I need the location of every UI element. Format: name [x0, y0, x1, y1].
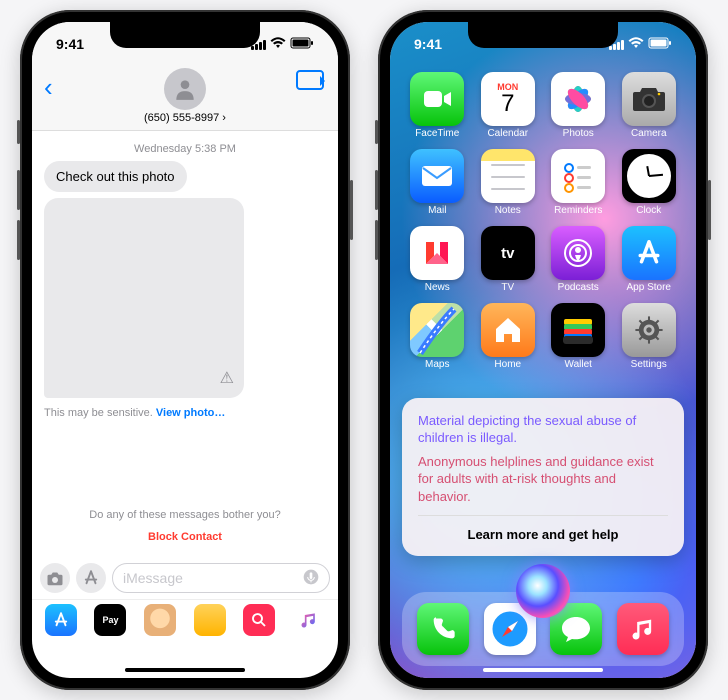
app-maps[interactable]: Maps — [408, 303, 467, 370]
app-facetime[interactable]: FaceTime — [408, 72, 467, 139]
siri-response-card: Material depicting the sexual abuse of c… — [402, 398, 684, 556]
message-compose-row: iMessage — [32, 557, 338, 599]
screen-home: 9:41 FaceTime MON7Calendar Photos Camera… — [390, 22, 696, 678]
siri-line-1: Material depicting the sexual abuse of c… — [418, 412, 668, 447]
incoming-message-photo-blurred[interactable]: ⚠︎ — [44, 192, 326, 401]
device-notch — [110, 22, 260, 48]
wifi-icon — [270, 36, 286, 52]
dock-phone[interactable] — [417, 603, 469, 655]
block-contact-button[interactable]: Block Contact — [44, 531, 326, 543]
app-store-icon — [622, 226, 676, 280]
settings-icon — [622, 303, 676, 357]
view-photo-link[interactable]: View photo… — [156, 407, 225, 419]
app-settings[interactable]: Settings — [620, 303, 679, 370]
message-input[interactable]: iMessage — [112, 563, 330, 593]
app-mail[interactable]: Mail — [408, 149, 467, 216]
battery-icon — [290, 36, 314, 52]
app-store-button[interactable] — [76, 563, 106, 593]
sensitive-warning: This may be sensitive. View photo… — [44, 407, 326, 419]
dictation-icon[interactable] — [303, 569, 319, 588]
camera-icon — [46, 571, 64, 586]
tv-icon: tv — [481, 226, 535, 280]
back-button[interactable]: ‹ — [44, 72, 53, 103]
device-notch — [468, 22, 618, 48]
news-icon — [410, 226, 464, 280]
wallet-icon — [551, 303, 605, 357]
calendar-icon: MON7 — [487, 78, 529, 120]
phone-icon — [429, 615, 457, 643]
person-icon — [172, 76, 198, 102]
home-indicator[interactable] — [483, 668, 603, 672]
home-icon — [481, 303, 535, 357]
app-home[interactable]: Home — [479, 303, 538, 370]
contact-phone-number[interactable]: (650) 555-8997 › — [32, 112, 338, 130]
app-news[interactable]: News — [408, 226, 467, 293]
app-camera[interactable]: Camera — [620, 72, 679, 139]
battery-icon — [648, 36, 672, 52]
app-calendar[interactable]: MON7Calendar — [479, 72, 538, 139]
drawer-app-store-icon[interactable] — [45, 604, 77, 636]
camera-icon — [622, 72, 676, 126]
podcasts-icon — [551, 226, 605, 280]
app-notes[interactable]: Notes — [479, 149, 538, 216]
screen-messages: 9:41 ‹ (650) 555-8997 › Wednesday 5:38 P… — [32, 22, 338, 678]
drawer-memoji-icon[interactable] — [144, 604, 176, 636]
incoming-message-text: Check out this photo — [44, 161, 326, 192]
drawer-apple-pay-icon[interactable]: Pay — [94, 604, 126, 636]
notes-icon — [481, 149, 535, 203]
reminders-icon — [551, 149, 605, 203]
siri-learn-more-button[interactable]: Learn more and get help — [418, 515, 668, 544]
clock-icon — [622, 149, 676, 203]
drawer-search-icon[interactable] — [243, 604, 275, 636]
home-indicator[interactable] — [125, 668, 245, 672]
camera-button[interactable] — [40, 563, 70, 593]
bother-prompt: Do any of these messages bother you? — [44, 509, 326, 521]
app-podcasts[interactable]: Podcasts — [549, 226, 608, 293]
facetime-icon — [422, 88, 452, 110]
maps-icon — [410, 303, 464, 357]
wifi-icon — [628, 36, 644, 52]
message-timestamp: Wednesday 5:38 PM — [44, 143, 326, 155]
home-wallpaper: 9:41 FaceTime MON7Calendar Photos Camera… — [390, 22, 696, 678]
app-app-store[interactable]: App Store — [620, 226, 679, 293]
dock-music[interactable] — [617, 603, 669, 655]
photos-icon — [551, 72, 605, 126]
phone-right-home: 9:41 FaceTime MON7Calendar Photos Camera… — [378, 10, 708, 690]
app-wallet[interactable]: Wallet — [549, 303, 608, 370]
siri-orb-icon[interactable] — [516, 564, 570, 618]
app-tv[interactable]: tvTV — [479, 226, 538, 293]
contact-avatar[interactable] — [164, 68, 206, 110]
home-app-grid: FaceTime MON7Calendar Photos Camera Mail… — [390, 22, 696, 370]
mail-icon — [410, 149, 464, 203]
music-icon — [629, 615, 657, 643]
drawer-music-icon[interactable] — [293, 604, 325, 636]
facetime-video-button[interactable] — [296, 70, 324, 90]
app-clock[interactable]: Clock — [620, 149, 679, 216]
input-placeholder: iMessage — [123, 570, 183, 586]
safari-icon — [488, 607, 532, 651]
messages-icon — [560, 614, 592, 644]
phone-left-messages: 9:41 ‹ (650) 555-8997 › Wednesday 5:38 P… — [20, 10, 350, 690]
status-time: 9:41 — [414, 36, 442, 52]
status-time: 9:41 — [56, 36, 84, 52]
imessage-app-drawer[interactable]: Pay — [32, 599, 338, 646]
messages-thread: Wednesday 5:38 PM Check out this photo ⚠… — [32, 131, 338, 557]
drawer-stickers-icon[interactable] — [194, 604, 226, 636]
app-photos[interactable]: Photos — [549, 72, 608, 139]
apps-icon — [82, 569, 100, 587]
app-reminders[interactable]: Reminders — [549, 149, 608, 216]
warning-icon[interactable]: ⚠︎ — [220, 368, 234, 388]
siri-line-2: Anonymous helplines and guidance exist f… — [418, 453, 668, 506]
